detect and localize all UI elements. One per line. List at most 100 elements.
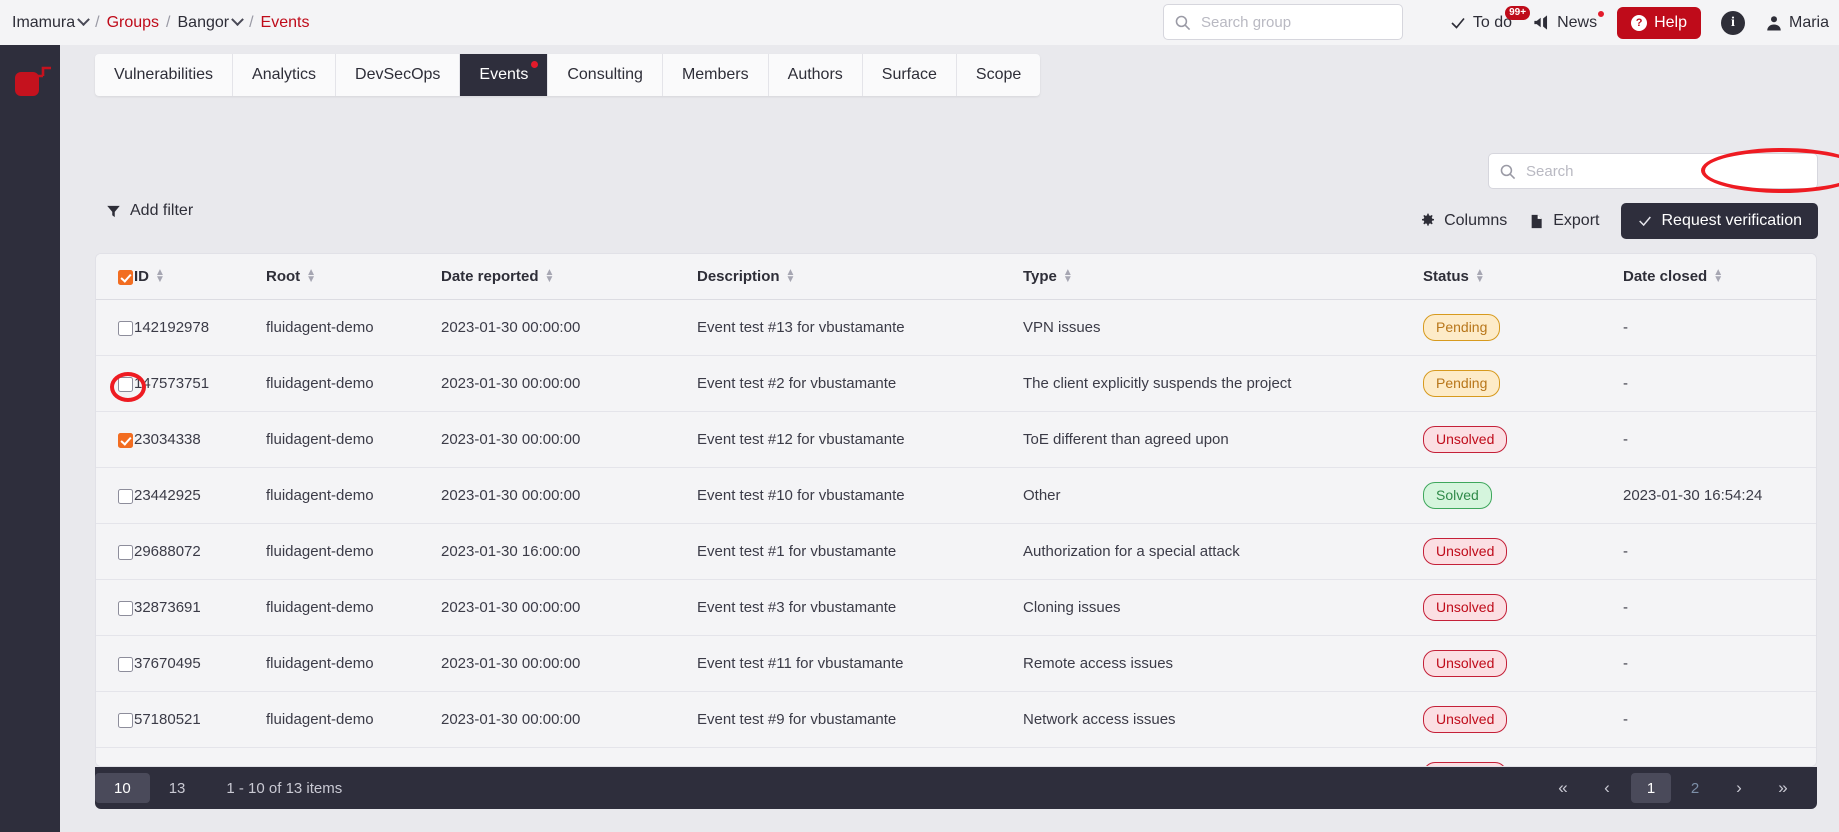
row-checkbox-cell[interactable]: [96, 691, 134, 748]
row-checkbox-cell[interactable]: [96, 579, 134, 636]
tab-vulnerabilities[interactable]: Vulnerabilities: [95, 54, 234, 96]
row-checkbox[interactable]: [118, 376, 133, 392]
pagination-first-button[interactable]: «: [1543, 773, 1583, 803]
row-checkbox-cell[interactable]: [96, 467, 134, 524]
column-header-status[interactable]: Status ▲ ▼: [1423, 254, 1623, 300]
select-all-checkbox[interactable]: [118, 269, 133, 285]
columns-button[interactable]: Columns: [1420, 212, 1507, 230]
tab-surface[interactable]: Surface: [863, 54, 957, 96]
group-search-box[interactable]: [1163, 4, 1403, 40]
pagination-page-2[interactable]: 2: [1675, 773, 1715, 803]
sort-icon[interactable]: ▲ ▼: [786, 268, 796, 285]
todo-badge: 99+: [1505, 5, 1531, 20]
tab-events[interactable]: Events: [460, 54, 549, 96]
row-checkbox-cell[interactable]: [96, 523, 134, 580]
tab-scope[interactable]: Scope: [957, 54, 1040, 96]
row-checkbox[interactable]: [118, 320, 133, 336]
check-icon: [1449, 14, 1467, 32]
group-search-input[interactable]: [1201, 13, 1392, 31]
columns-label: Columns: [1444, 212, 1508, 229]
table-search-box[interactable]: [1488, 153, 1818, 189]
sort-icon[interactable]: ▲ ▼: [1063, 268, 1073, 285]
sort-icon[interactable]: ▲ ▼: [1713, 268, 1723, 285]
add-filter-button[interactable]: Add filter: [106, 202, 193, 220]
cell-description: Event test #1 for vbustamante: [697, 523, 1023, 580]
export-button[interactable]: Export: [1529, 212, 1599, 230]
cell-date-reported: 2023-01-30 00:00:00: [441, 467, 697, 524]
row-checkbox-cell[interactable]: [96, 635, 134, 692]
table-row[interactable]: 32873691 fluidagent-demo 2023-01-30 00:00:…: [96, 579, 1816, 636]
table-search-input[interactable]: [1526, 162, 1807, 180]
left-sidebar: [0, 45, 60, 832]
breadcrumb-separator: /: [166, 13, 171, 31]
column-header-id[interactable]: ID ▲ ▼: [134, 254, 266, 300]
pagination-next-button[interactable]: ›: [1719, 773, 1759, 803]
chevron-down-icon: [231, 13, 244, 27]
row-checkbox-cell[interactable]: [96, 747, 134, 766]
page-size-10[interactable]: 10: [95, 773, 150, 803]
cell-root: fluidagent-demo: [266, 467, 441, 524]
breadcrumb-item-imamura[interactable]: Imamura: [12, 13, 90, 32]
cell-type: Cloning issues: [1023, 579, 1423, 636]
pagination-controls: «‹ 1 2 ›»: [1543, 773, 1817, 803]
row-checkbox-cell[interactable]: [96, 355, 134, 412]
sort-icon[interactable]: ▲ ▼: [1475, 268, 1485, 285]
page-size-13[interactable]: 13: [150, 773, 205, 803]
info-icon[interactable]: i: [1720, 10, 1745, 35]
row-checkbox[interactable]: [118, 712, 133, 728]
select-all-checkbox-cell[interactable]: [96, 254, 134, 300]
sort-icon[interactable]: ▲ ▼: [545, 268, 555, 285]
pagination-last-button[interactable]: »: [1763, 773, 1803, 803]
row-checkbox[interactable]: [118, 544, 133, 560]
news-button[interactable]: News: [1532, 8, 1607, 32]
column-header-type[interactable]: Type ▲ ▼: [1023, 254, 1423, 300]
row-checkbox[interactable]: [118, 600, 133, 616]
tab-label: Consulting: [567, 66, 643, 83]
table-row[interactable]: 37670495 fluidagent-demo 2023-01-30 00:00:…: [96, 635, 1816, 692]
export-icon: [1529, 213, 1545, 230]
help-button[interactable]: ? Help: [1617, 6, 1701, 39]
column-header-label: Type: [1023, 268, 1057, 285]
column-header-label: ID: [134, 268, 149, 285]
sort-icon[interactable]: ▲ ▼: [155, 268, 165, 285]
column-header-date-reported[interactable]: Date reported ▲ ▼: [441, 254, 697, 300]
sort-icon[interactable]: ▲ ▼: [306, 268, 316, 285]
fluid-attacks-logo-icon[interactable]: [14, 63, 52, 101]
pagination-prev-button[interactable]: ‹: [1587, 773, 1627, 803]
todo-button[interactable]: To do 99+: [1449, 5, 1531, 32]
table-row[interactable]: 147573751 fluidagent-demo 2023-01-30 00:00…: [96, 355, 1816, 412]
table-row[interactable]: 23034338 fluidagent-demo 2023-01-30 00:00:…: [96, 411, 1816, 468]
row-checkbox-cell[interactable]: [96, 411, 134, 468]
row-checkbox[interactable]: [118, 488, 133, 504]
breadcrumb-item-bangor[interactable]: Bangor: [178, 13, 244, 32]
cell-description: Event test #9 for vbustamante: [697, 691, 1023, 748]
tab-devsecops[interactable]: DevSecOps: [336, 54, 461, 96]
table-row[interactable]: 57180521 fluidagent-demo 2023-01-30 00:00:…: [96, 691, 1816, 748]
todo-label-wrap: To do 99+: [1473, 5, 1531, 32]
column-header-label: Status: [1423, 268, 1469, 285]
filter-icon: [106, 204, 121, 219]
cell-type: Other: [1023, 467, 1423, 524]
tab-analytics[interactable]: Analytics: [233, 54, 337, 96]
column-header-date-closed[interactable]: Date closed ▲ ▼: [1623, 254, 1816, 300]
pagination-bar: 10 13 1 - 10 of 13 items «‹ 1 2 ›»: [95, 767, 1817, 809]
user-menu[interactable]: Maria: [1765, 14, 1829, 32]
cell-type: Remote access issues: [1023, 635, 1423, 692]
row-checkbox[interactable]: [118, 656, 133, 672]
column-header-root[interactable]: Root ▲ ▼: [266, 254, 441, 300]
breadcrumb-item-events[interactable]: Events: [261, 14, 310, 32]
breadcrumb-item-groups[interactable]: Groups: [107, 14, 159, 32]
pagination-page-1[interactable]: 1: [1631, 773, 1671, 803]
tab-members[interactable]: Members: [663, 54, 769, 96]
row-checkbox[interactable]: [118, 432, 133, 448]
tab-consulting[interactable]: Consulting: [548, 54, 663, 96]
row-checkbox-cell[interactable]: [96, 299, 134, 356]
tab-authors[interactable]: Authors: [769, 54, 863, 96]
request-verification-button[interactable]: Request verification: [1621, 203, 1818, 239]
table-row[interactable]: 61619360fluidagent-demo2023-01-30 00:00:…: [96, 747, 1816, 766]
pagination-info: 1 - 10 of 13 items: [226, 779, 343, 797]
table-row[interactable]: 142192978 fluidagent-demo 2023-01-30 00:00…: [96, 299, 1816, 356]
table-row[interactable]: 23442925 fluidagent-demo 2023-01-30 00:00:…: [96, 467, 1816, 524]
column-header-description[interactable]: Description ▲ ▼: [697, 254, 1023, 300]
table-row[interactable]: 29688072 fluidagent-demo 2023-01-30 16:00:…: [96, 523, 1816, 580]
